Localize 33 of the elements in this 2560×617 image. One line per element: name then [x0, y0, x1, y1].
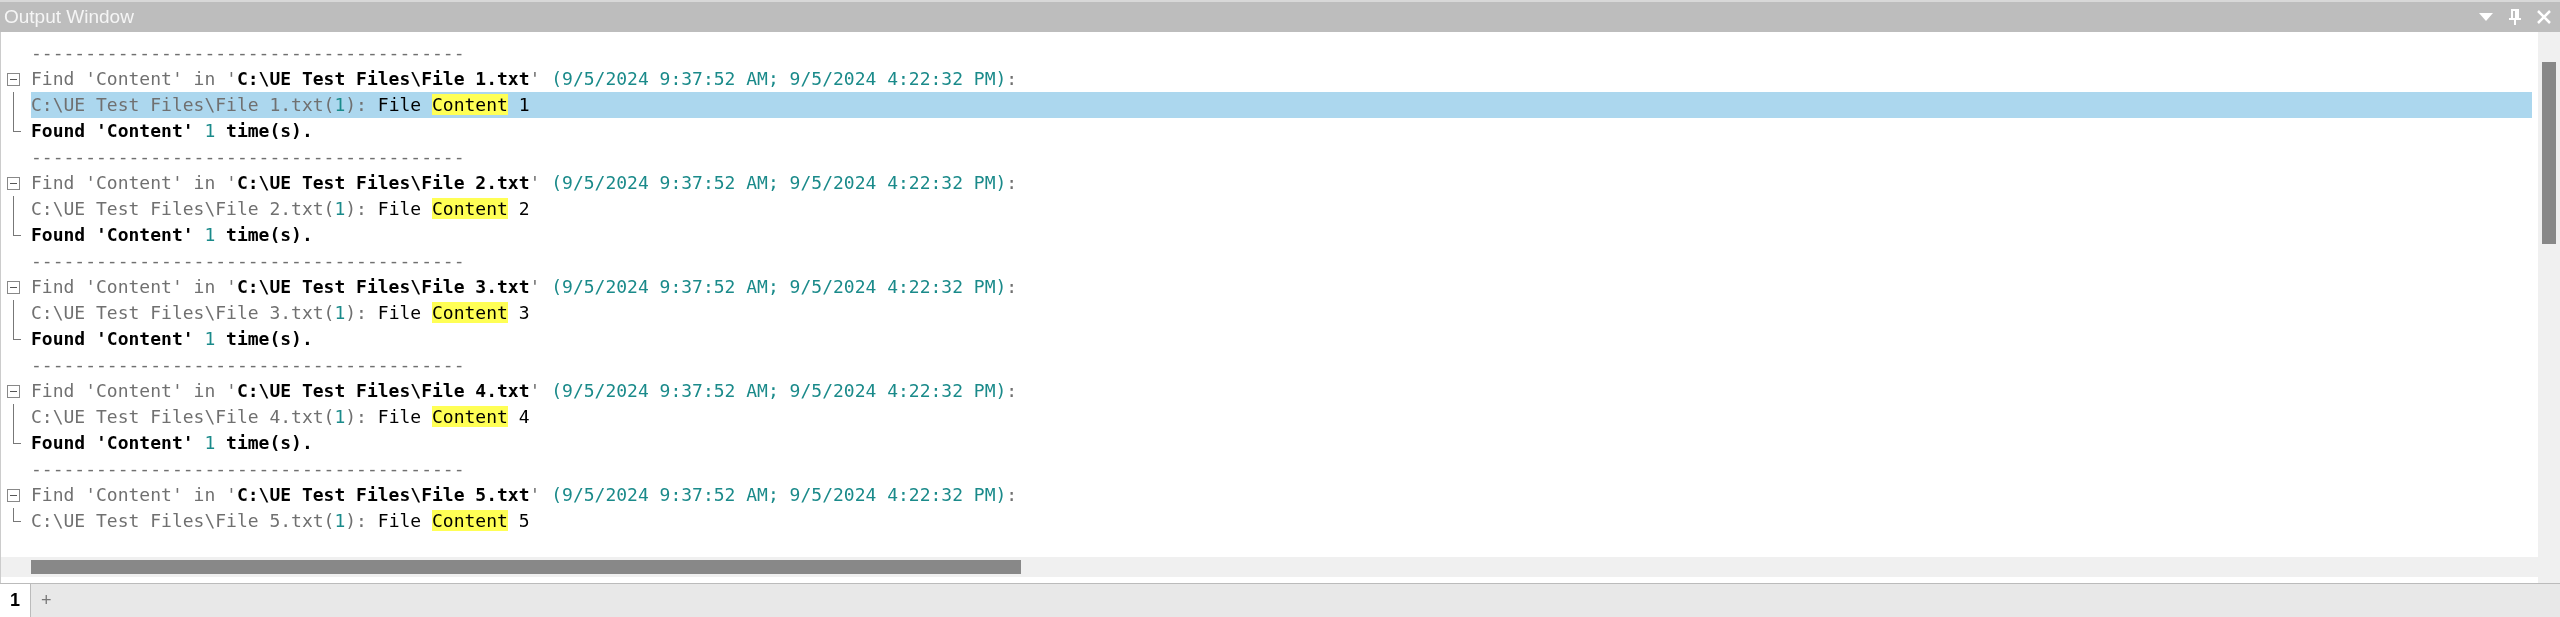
separator-line: ---------------------------------------- [31, 145, 465, 169]
summary-line: Found 'Content' 1 time(s). [31, 327, 313, 351]
search-header-line[interactable]: Find 'Content' in 'C:\UE Test Files\File 4.txt' (9/5/2024 9:37:52 AM; 9/5/2024 4:22:32 PM): [31, 378, 1018, 404]
dropdown-caret-icon[interactable] [2478, 12, 2494, 22]
search-header-line[interactable]: Find 'Content' in 'C:\UE Test Files\File 3.txt' (9/5/2024 9:37:52 AM; 9/5/2024 4:22:32 PM): [31, 274, 1018, 300]
horizontal-scrollbar[interactable] [1, 557, 2538, 577]
separator-line: ---------------------------------------- [31, 249, 465, 273]
result-line[interactable]: C:\UE Test Files\File 4.txt(1): File Content 4 [31, 404, 2532, 430]
separator-line: ---------------------------------------- [31, 457, 465, 481]
result-line[interactable]: C:\UE Test Files\File 5.txt(1): File Content 5 [31, 508, 2532, 534]
collapse-icon[interactable] [7, 280, 20, 294]
collapse-icon[interactable] [7, 176, 20, 190]
summary-line: Found 'Content' 1 time(s). [31, 431, 313, 455]
collapse-icon[interactable] [7, 72, 20, 86]
tab[interactable]: + [31, 584, 62, 617]
search-header-line[interactable]: Find 'Content' in 'C:\UE Test Files\File 1.txt' (9/5/2024 9:37:52 AM; 9/5/2024 4:22:32 PM): [31, 66, 1018, 92]
vertical-scrollbar[interactable] [2538, 32, 2560, 583]
separator-line: ---------------------------------------- [31, 41, 465, 65]
result-line[interactable]: C:\UE Test Files\File 2.txt(1): File Content 2 [31, 196, 2532, 222]
scrollbar-thumb[interactable] [2542, 62, 2556, 244]
collapse-icon[interactable] [7, 384, 20, 398]
search-header-line[interactable]: Find 'Content' in 'C:\UE Test Files\File 5.txt' (9/5/2024 9:37:52 AM; 9/5/2024 4:22:32 PM): [31, 482, 1018, 508]
summary-line: Found 'Content' 1 time(s). [31, 119, 313, 143]
search-header-line[interactable]: Find 'Content' in 'C:\UE Test Files\File 2.txt' (9/5/2024 9:37:52 AM; 9/5/2024 4:22:32 PM): [31, 170, 1018, 196]
pin-icon[interactable] [2508, 8, 2522, 26]
separator-line: ---------------------------------------- [31, 353, 465, 377]
collapse-icon[interactable] [7, 488, 20, 502]
close-icon[interactable] [2536, 9, 2552, 25]
scrollbar-thumb[interactable] [31, 560, 1021, 574]
summary-line: Found 'Content' 1 time(s). [31, 223, 313, 247]
window-title: Output Window [4, 4, 134, 29]
tab[interactable]: 1 [0, 584, 31, 617]
result-line[interactable]: C:\UE Test Files\File 3.txt(1): File Content 3 [31, 300, 2532, 326]
